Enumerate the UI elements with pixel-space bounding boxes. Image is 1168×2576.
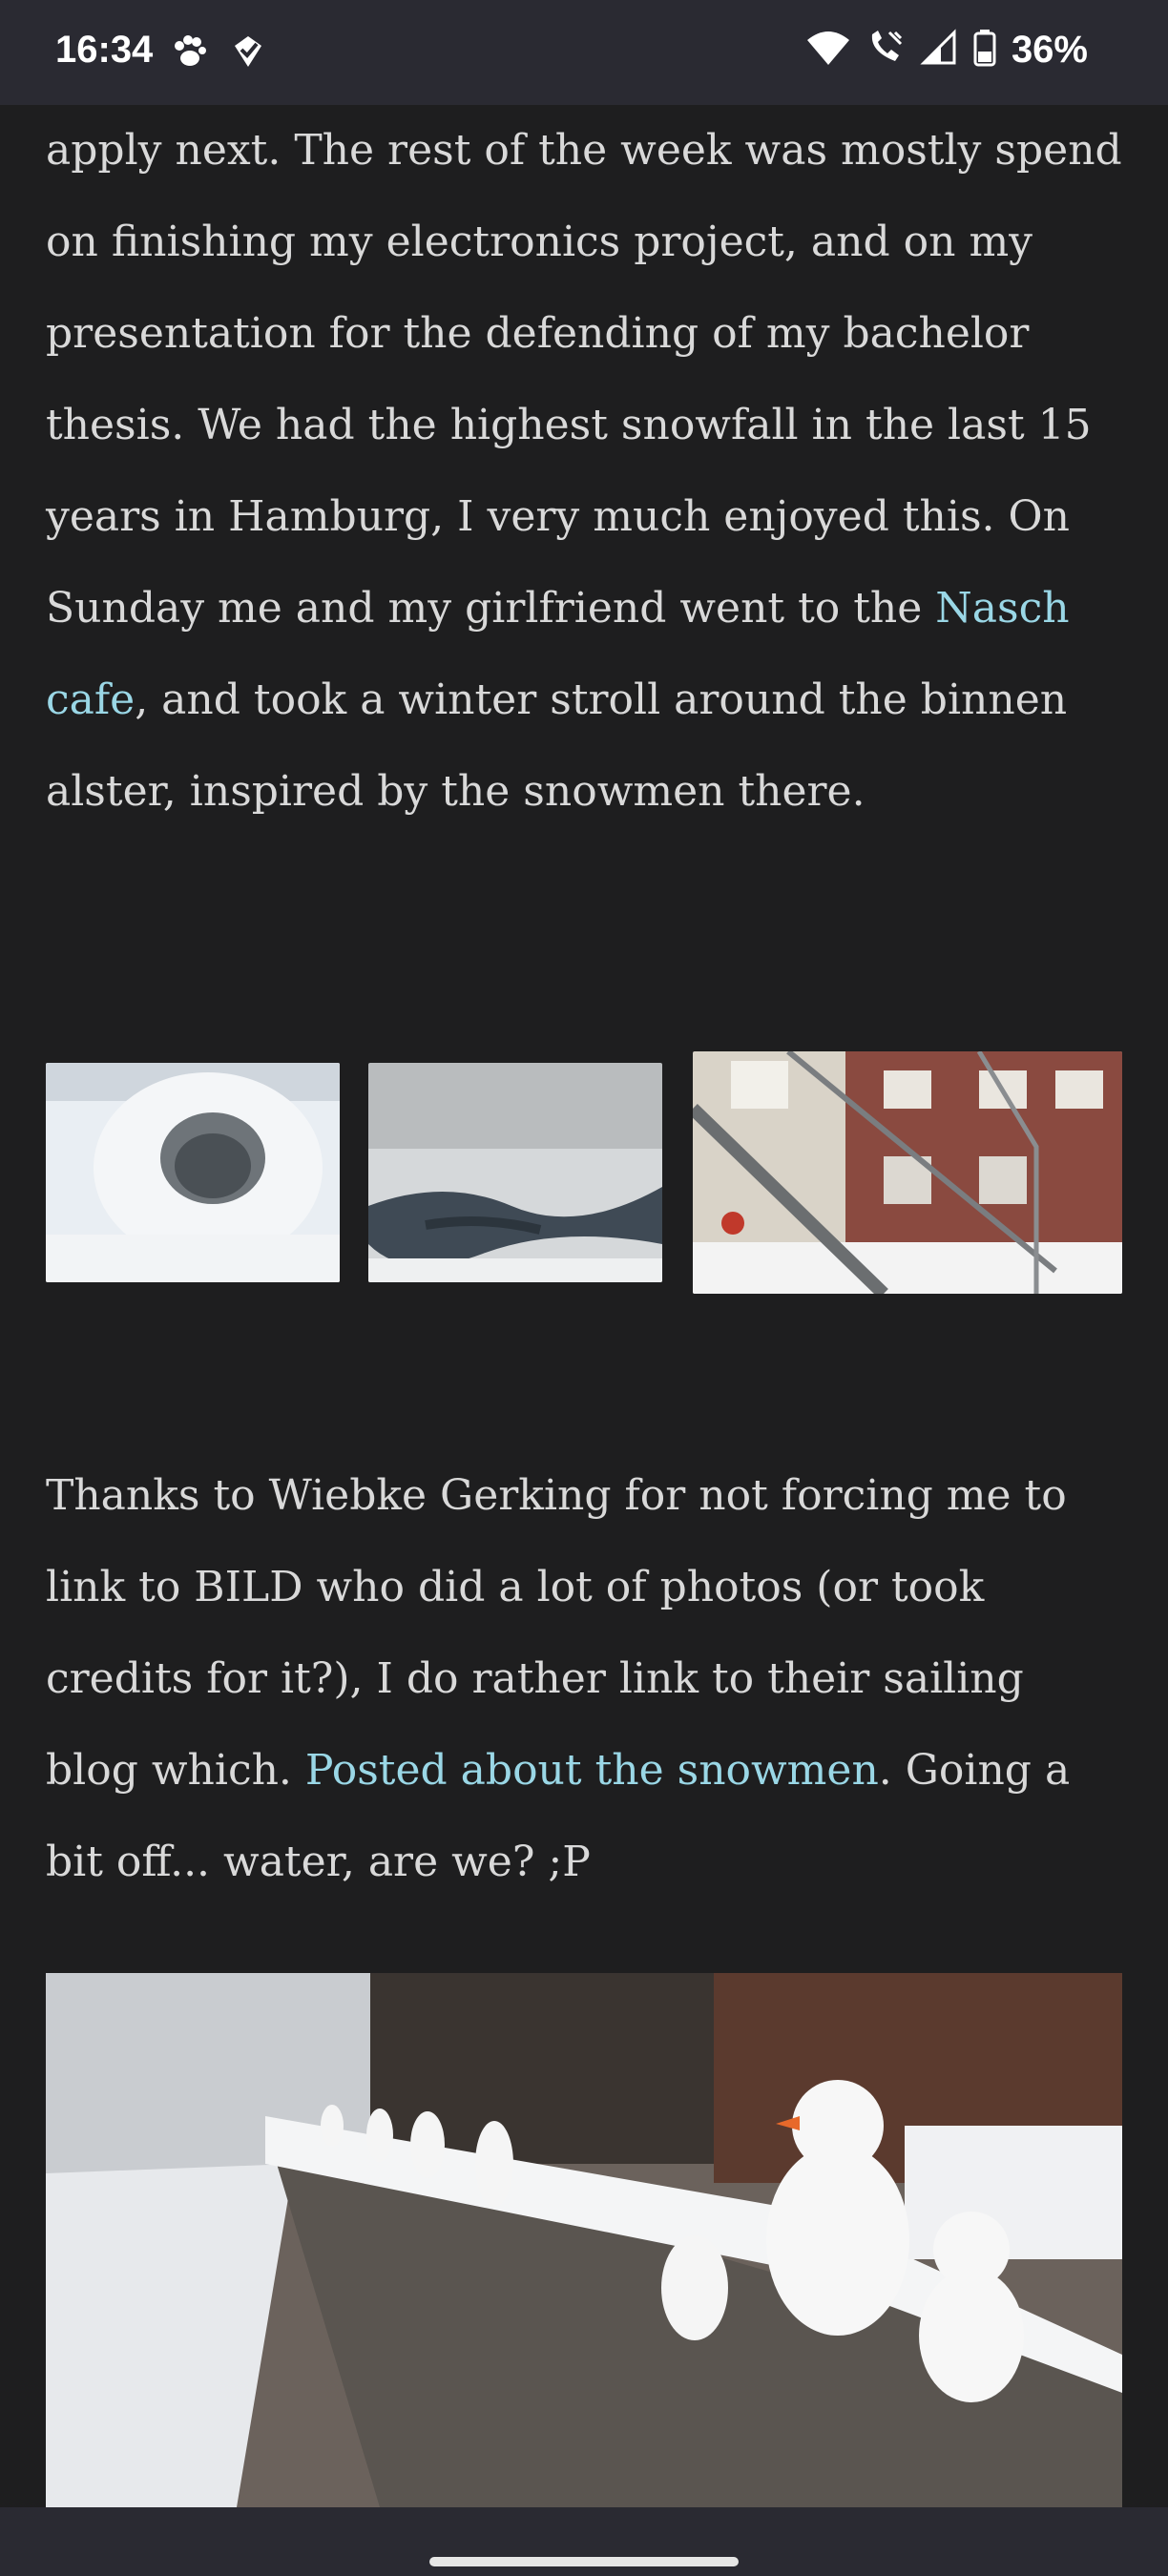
home-gesture-handle[interactable] [429, 2557, 739, 2566]
snow-cave-photo[interactable] [46, 1063, 340, 1282]
shield-check-icon [229, 32, 267, 75]
paragraph-text: apply next. The rest of the week was mos… [46, 126, 1122, 633]
battery-percent: 36% [1011, 29, 1088, 71]
status-time: 16:34 [55, 29, 154, 71]
battery-icon [973, 29, 996, 72]
article-body-2: Thanks to Wiebke Gerking for not forcing… [46, 1450, 1122, 1908]
photo-gallery [46, 1049, 1122, 1298]
status-bar: 16:34 36% [0, 0, 1168, 105]
article-paragraph: Thanks to Wiebke Gerking for not forcing… [46, 1450, 1122, 1908]
building-railing-photo[interactable] [693, 1051, 1122, 1294]
frozen-lake-photo[interactable] [368, 1063, 662, 1282]
snowmen-on-bridge-photo[interactable] [46, 1973, 1122, 2507]
paragraph-text: , and took a winter stroll around the bi… [46, 675, 1068, 816]
article-body: apply next. The rest of the week was mos… [46, 105, 1122, 838]
paw-icon [170, 32, 208, 75]
call-icon [866, 29, 905, 72]
snowmen-post-link[interactable]: Posted about the snowmen [305, 1746, 879, 1795]
article-paragraph: apply next. The rest of the week was mos… [46, 105, 1122, 838]
signal-icon [920, 29, 958, 72]
wifi-icon [805, 29, 851, 72]
